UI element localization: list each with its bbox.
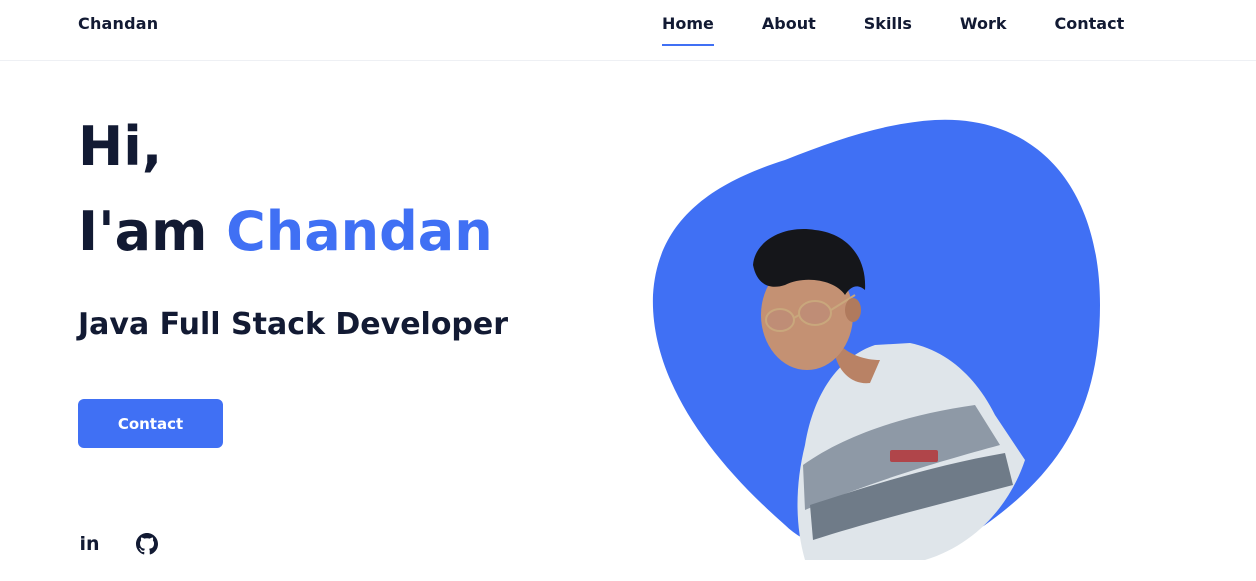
- main-nav: Home About Skills Work Contact: [662, 14, 1125, 46]
- hero-illustration: [652, 119, 1100, 560]
- contact-button[interactable]: Contact: [78, 399, 223, 448]
- hero-intro-prefix: I'am: [78, 200, 208, 263]
- nav-item-home[interactable]: Home: [662, 14, 714, 46]
- ear: [845, 298, 861, 322]
- social-links: in: [78, 532, 158, 555]
- linkedin-link[interactable]: in: [78, 532, 101, 555]
- nav-item-contact[interactable]: Contact: [1055, 14, 1125, 34]
- linkedin-icon: in: [79, 532, 100, 555]
- site-logo[interactable]: Chandan: [78, 14, 158, 33]
- hero-intro-name: Chandan: [226, 200, 493, 263]
- site-header: Chandan Home About Skills Work Contact: [0, 0, 1256, 61]
- github-icon: [135, 532, 158, 554]
- nav-item-about[interactable]: About: [762, 14, 816, 34]
- nav-item-work[interactable]: Work: [960, 14, 1007, 34]
- nav-item-skills[interactable]: Skills: [864, 14, 912, 34]
- hero-intro: I'am Chandan: [78, 200, 493, 264]
- shirt-pocket: [890, 450, 938, 462]
- hero-role: Java Full Stack Developer: [78, 307, 509, 342]
- hero-greeting: Hi,: [78, 115, 163, 178]
- github-link[interactable]: [135, 532, 158, 555]
